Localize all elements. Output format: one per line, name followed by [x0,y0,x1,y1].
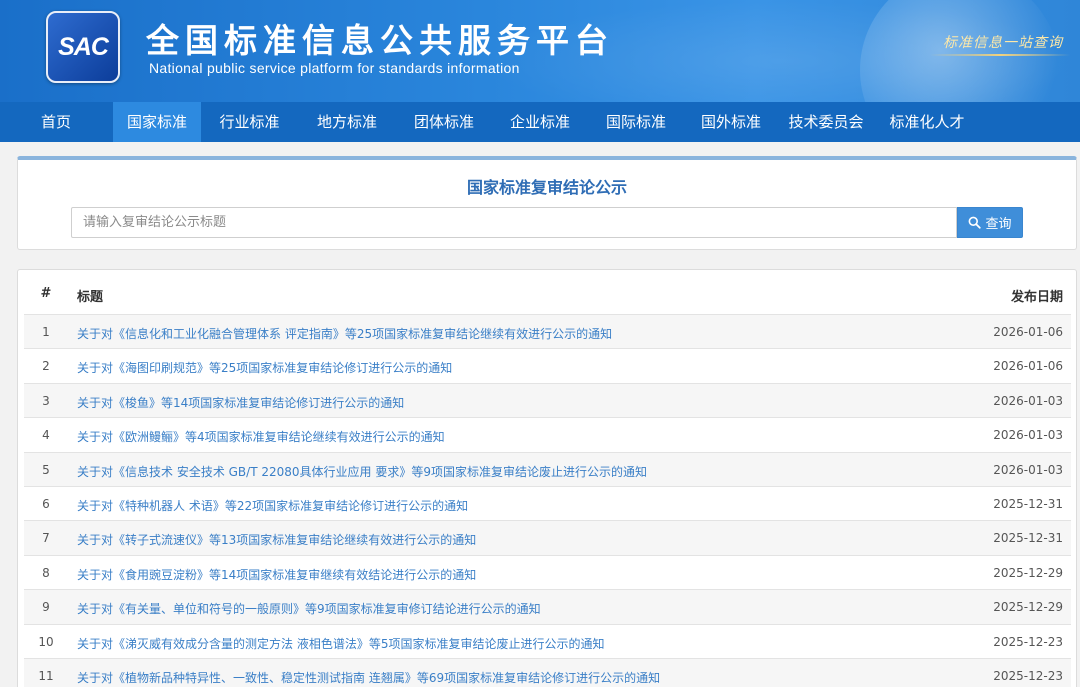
row-index: 11 [38,669,54,683]
row-index: 10 [38,634,54,649]
row-index: 8 [42,565,50,580]
row-index: 4 [42,428,50,443]
row-title-link[interactable]: 关于对《食用豌豆淀粉》等14项国家标准复审继续有效结论进行公示的通知 [77,566,476,583]
slogan: 标准信息一站查询 [943,35,1063,51]
row-date: 2025-12-29 [993,565,1063,580]
table-row: 9 关于对《有关量、单位和符号的一般原则》等9项国家标准复审修订结论进行公示的通知… [24,589,1071,624]
nav-item-4[interactable]: 地方标准 [298,102,396,142]
row-title-link[interactable]: 关于对《梭鱼》等14项国家标准复审结论修订进行公示的通知 [77,394,404,411]
table-row: 1 关于对《信息化和工业化融合管理体系 评定指南》等25项国家标准复审结论继续有效… [24,314,1071,349]
sac-logo[interactable]: SAC [46,11,120,83]
row-title-link[interactable]: 关于对《转子式流速仪》等13项国家标准复审结论继续有效进行公示的通知 [77,531,476,548]
row-index: 7 [42,531,50,546]
nav-item-9[interactable]: 技术委员会 [778,102,874,142]
nav-item-10[interactable]: 标准化人才 [874,102,980,142]
row-title-link[interactable]: 关于对《有关量、单位和符号的一般原则》等9项国家标准复审修订结论进行公示的通知 [77,600,541,617]
search-input[interactable] [71,207,957,238]
nav-item-5[interactable]: 团体标准 [396,102,492,142]
site-title-en: National public service platform for sta… [149,60,520,76]
row-index: 9 [42,600,50,615]
column-header-title: 标题 [77,290,104,305]
table-row: 4 关于对《欧洲鳗鲡》等4项国家标准复审结论继续有效进行公示的通知 2026-01-… [24,417,1071,451]
row-title-link[interactable]: 关于对《信息化和工业化融合管理体系 评定指南》等25项国家标准复审结论继续有效进… [77,325,612,342]
table-row: 11 关于对《植物新品种特异性、一致性、稳定性测试指南 连翘属》等69项国家标准复… [24,658,1071,687]
search-panel: 国家标准复审结论公示 查询 [17,156,1077,250]
nav-item-8[interactable]: 国外标准 [684,102,778,142]
row-date: 2025-12-29 [993,600,1063,615]
header-banner: SAC 全国标准信息公共服务平台 National public service… [0,0,1080,102]
table-header: # 标题 发布日期 [24,270,1071,314]
search-icon [969,216,982,229]
table-row: 2 关于对《海图印刷规范》等25项国家标准复审结论修订进行公示的通知 2026-01… [24,348,1071,382]
row-title-link[interactable]: 关于对《特种机器人 术语》等22项国家标准复审结论修订进行公示的通知 [77,497,468,514]
row-date: 2025-12-31 [993,497,1063,511]
row-index: 3 [42,393,50,408]
table-row: 3 关于对《梭鱼》等14项国家标准复审结论修订进行公示的通知 2026-01-03 [24,382,1071,418]
row-title-link[interactable]: 关于对《欧洲鳗鲡》等4项国家标准复审结论继续有效进行公示的通知 [77,428,445,445]
table-row: 8 关于对《食用豌豆淀粉》等14项国家标准复审继续有效结论进行公示的通知 2025-… [24,554,1071,589]
row-date: 2026-01-06 [993,325,1063,339]
nav-item-6[interactable]: 企业标准 [492,102,588,142]
row-title-link[interactable]: 关于对《海图印刷规范》等25项国家标准复审结论修订进行公示的通知 [77,359,452,376]
table-row: 5 关于对《信息技术 安全技术 GB/T 22080具体行业应用 要求》等9项国家… [24,451,1071,486]
nav-item-7[interactable]: 国际标准 [588,102,684,142]
row-title-link[interactable]: 关于对《植物新品种特异性、一致性、稳定性测试指南 连翘属》等69项国家标准复审结… [77,669,660,686]
row-date: 2026-01-03 [993,393,1063,408]
row-date: 2026-01-06 [993,359,1063,374]
column-header-date: 发布日期 [1010,290,1063,305]
results-table: # 标题 发布日期 1 关于对《信息化和工业化融合管理体系 评定指南》等25项国家… [17,269,1077,687]
row-title-link[interactable]: 关于对《信息技术 安全技术 GB/T 22080具体行业应用 要求》等9项国家标… [77,463,647,480]
logo-text: SAC [58,32,109,61]
row-date: 2026-01-03 [993,462,1063,477]
main-nav: 首页 国家标准 行业标准 地方标准 团体标准 企业标准 国际标准 国外标准 技术委员会 标准化人才 [0,102,1080,142]
nav-item-2[interactable]: 国家标准 [113,102,201,142]
slogan-underline [930,54,1070,56]
row-date: 2025-12-23 [993,669,1063,683]
row-date: 2025-12-23 [993,634,1063,649]
nav-item-3[interactable]: 行业标准 [201,102,298,142]
column-header-index: # [40,286,52,301]
search-button[interactable]: 查询 [957,207,1023,238]
row-date: 2025-12-31 [993,531,1063,546]
table-row: 7 关于对《转子式流速仪》等13项国家标准复审结论继续有效进行公示的通知 2025-… [24,520,1071,555]
site-title-cn: 全国标准信息公共服务平台 [146,21,614,60]
search-button-label: 查询 [985,217,1012,232]
row-index: 1 [42,325,50,339]
row-index: 2 [42,359,50,374]
table-row: 6 关于对《特种机器人 术语》等22项国家标准复审结论修订进行公示的通知 2025-… [24,486,1071,520]
row-title-link[interactable]: 关于对《涕灭威有效成分含量的测定方法 液相色谱法》等5项国家标准复审结论废止进行… [77,635,604,652]
table-row: 10 关于对《涕灭威有效成分含量的测定方法 液相色谱法》等5项国家标准复审结论废止… [24,623,1071,658]
nav-item-1[interactable]: 首页 [12,102,100,142]
search-panel-title: 国家标准复审结论公示 [466,178,627,197]
row-index: 6 [42,497,50,511]
row-date: 2026-01-03 [993,428,1063,443]
row-index: 5 [42,462,50,477]
